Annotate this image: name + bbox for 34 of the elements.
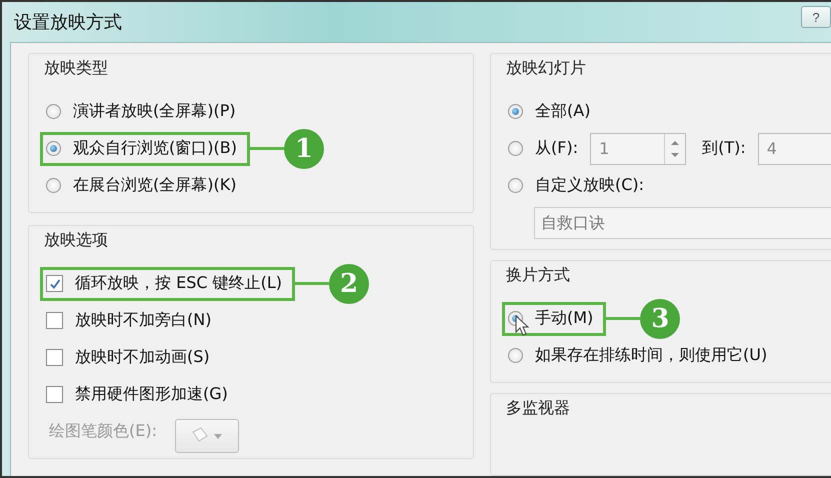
option-label: 从(F): xyxy=(535,138,578,159)
callout-badge: 2 xyxy=(329,264,370,304)
help-button[interactable]: ? xyxy=(801,6,831,28)
radio-button[interactable] xyxy=(508,348,523,363)
to-label: 到(T): xyxy=(702,138,746,159)
pen-color-label: 绘图笔颜色(E): xyxy=(49,421,157,442)
option-label: 自定义放映(C): xyxy=(535,175,644,196)
option-label: 如果存在排练时间，则使用它(U) xyxy=(535,345,768,366)
radio-button[interactable] xyxy=(46,178,61,193)
option-label: 放映时不加旁白(N) xyxy=(75,310,212,331)
callout-badge: 3 xyxy=(640,298,680,338)
callout-badge: 1 xyxy=(284,128,324,168)
checkbox[interactable] xyxy=(46,275,63,292)
option-label: 手动(M) xyxy=(535,308,594,329)
option-label: 循环放映，按 ESC 键终止(L) xyxy=(75,273,282,294)
to-spin-field[interactable]: 4 xyxy=(758,132,831,164)
custom-show-dropdown[interactable]: 自救口诀 xyxy=(534,206,831,238)
option-label: 放映时不加动画(S) xyxy=(75,347,210,368)
checkbox[interactable] xyxy=(46,349,63,366)
from-spin-field[interactable]: 1 xyxy=(590,132,686,164)
radio-button[interactable] xyxy=(508,141,523,156)
option-label: 禁用硬件图形加速(G) xyxy=(75,384,228,405)
option-label: 观众自行浏览(窗口)(B) xyxy=(73,138,237,159)
checkbox[interactable] xyxy=(46,386,63,403)
option-label: 全部(A) xyxy=(535,101,590,122)
window-title: 设置放映方式 xyxy=(13,11,122,34)
radio-button[interactable] xyxy=(508,104,523,119)
radio-button[interactable] xyxy=(46,104,61,119)
color-picker-button[interactable] xyxy=(174,418,239,452)
radio-button[interactable] xyxy=(508,178,523,193)
option-label: 在展台浏览(全屏幕)(K) xyxy=(73,175,236,196)
radio-button[interactable] xyxy=(46,141,61,156)
option-label: 演讲者放映(全屏幕)(P) xyxy=(73,101,236,122)
checkbox[interactable] xyxy=(46,312,63,329)
